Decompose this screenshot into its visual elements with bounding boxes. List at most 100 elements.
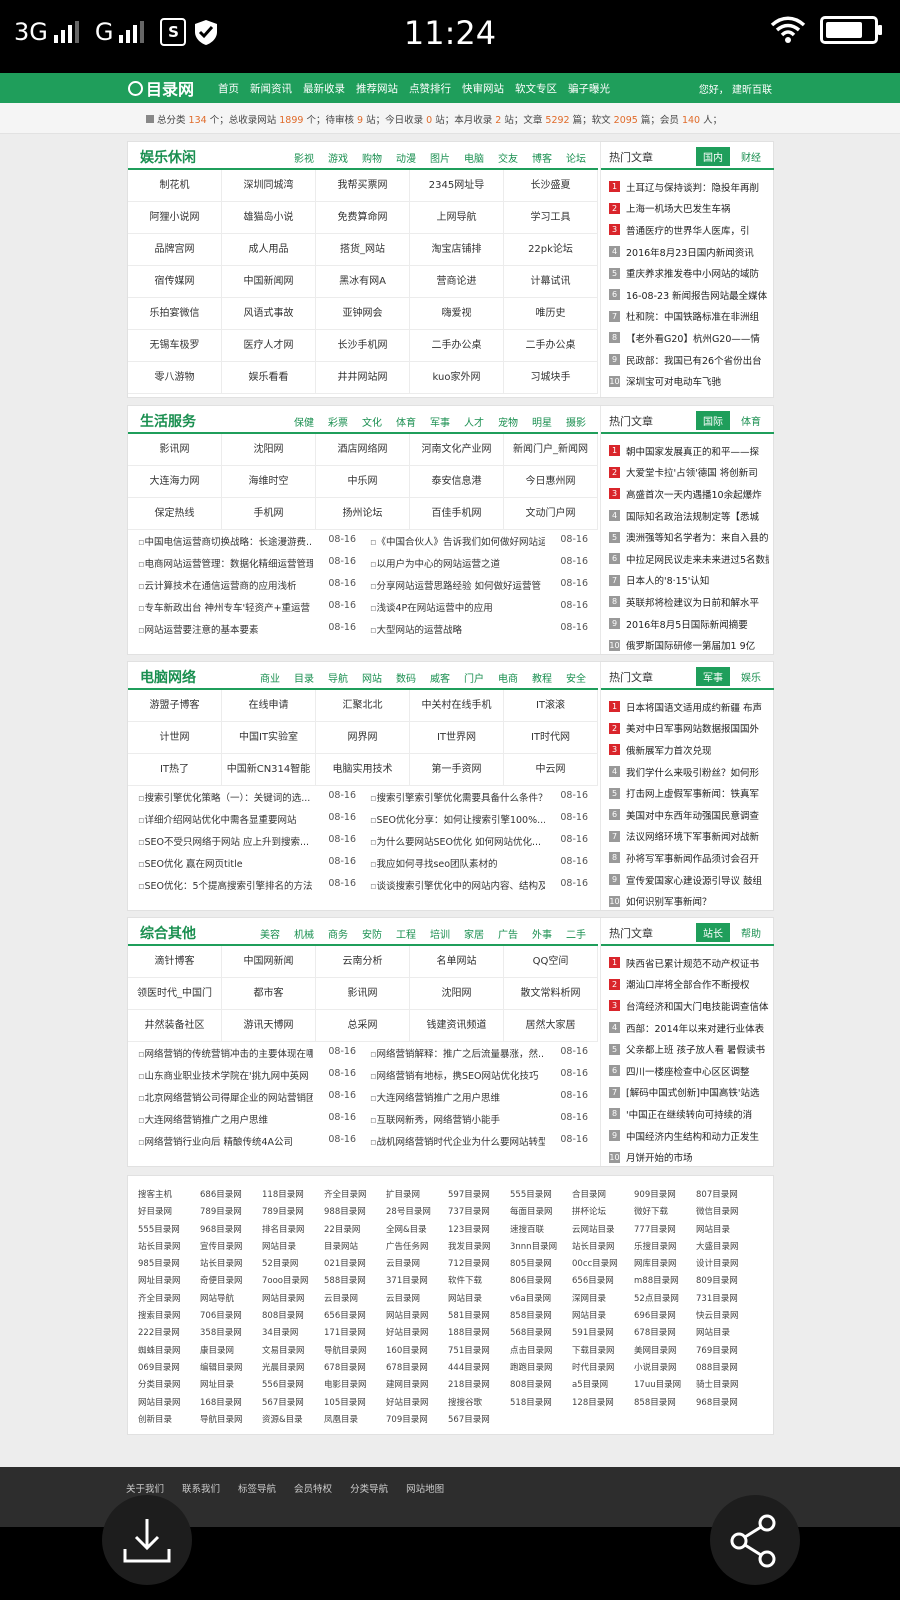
hot-article-item[interactable]: 2 上海一机场大巴发生车祸 — [609, 198, 769, 220]
friend-link[interactable]: 网站目录网 — [262, 1292, 324, 1309]
site-link[interactable]: 制花机 — [128, 170, 222, 202]
subcategory-link[interactable]: 门户 — [464, 670, 484, 685]
site-link[interactable]: 长沙手机网 — [316, 330, 410, 362]
friend-link[interactable]: 网站目录网 — [138, 1396, 200, 1413]
site-link[interactable]: 营商论进 — [410, 266, 504, 298]
site-link[interactable]: 学习工具 — [504, 202, 598, 234]
site-link[interactable]: 居然大家居 — [504, 1010, 598, 1042]
article-item[interactable]: ▫SEO不受只网络于网站 应上升到搜索... 08-16 — [138, 834, 356, 856]
subcategory-link[interactable]: 外事 — [532, 926, 552, 941]
article-item[interactable]: ▫大连网络营销推广之用户思维 08-16 — [138, 1112, 356, 1134]
user-greeting[interactable]: 您好， 建昕百联 — [699, 81, 772, 96]
article-item[interactable]: ▫SEO优化：5个提高搜索引擎排名的方法 08-16 — [138, 878, 356, 900]
site-link[interactable]: 游盟子博客 — [128, 690, 222, 722]
article-item[interactable]: ▫《中国合伙人》告诉我们如何做好网站运营 08-16 — [370, 534, 588, 556]
nav-item[interactable]: 推荐网站 — [356, 81, 398, 96]
friend-link[interactable]: 805目录网 — [510, 1257, 572, 1274]
friend-link[interactable]: 656目录网 — [572, 1274, 634, 1291]
friend-link[interactable]: 站长目录网 — [572, 1240, 634, 1257]
site-link[interactable]: 散文常料析网 — [504, 978, 598, 1010]
friend-link[interactable]: 17uu目录网 — [634, 1378, 696, 1395]
subcategory-link[interactable]: 网站 — [362, 670, 382, 685]
friend-link[interactable]: 555目录网 — [510, 1188, 572, 1205]
site-link[interactable]: 中关村在线手机 — [410, 690, 504, 722]
friend-link[interactable]: 云目录网 — [324, 1292, 386, 1309]
friend-link[interactable]: 奇便目录网 — [200, 1274, 262, 1291]
friend-link[interactable]: 678目录网 — [324, 1361, 386, 1378]
friend-link[interactable]: 宣传目录网 — [200, 1240, 262, 1257]
site-link[interactable]: 淘宝店铺排 — [410, 234, 504, 266]
friend-link[interactable]: 737目录网 — [448, 1205, 510, 1222]
hot-article-item[interactable]: 6 16-08-23 新闻报告网站最全媒体 — [609, 284, 769, 306]
friend-link[interactable]: 3nnn目录网 — [510, 1240, 572, 1257]
subcategory-link[interactable]: 商务 — [328, 926, 348, 941]
friend-link[interactable]: 网站目录 — [696, 1223, 758, 1240]
friend-link[interactable]: 快云目录网 — [696, 1309, 758, 1326]
site-link[interactable]: 品牌宫网 — [128, 234, 222, 266]
friend-link[interactable]: 速搜百联 — [510, 1223, 572, 1240]
footer-link[interactable]: 网站地图 — [406, 1481, 444, 1495]
nav-item[interactable]: 软文专区 — [515, 81, 557, 96]
article-item[interactable]: ▫专车新政出台 神州专车'轻资产+重运营 08-16 — [138, 600, 356, 622]
friend-link[interactable]: 567目录网 — [262, 1396, 324, 1413]
site-link[interactable]: 网界网 — [316, 722, 410, 754]
friend-link[interactable]: 731目录网 — [696, 1292, 758, 1309]
friend-link[interactable]: 588目录网 — [324, 1274, 386, 1291]
site-link[interactable]: 计世网 — [128, 722, 222, 754]
site-link[interactable]: 河南文化产业网 — [410, 434, 504, 466]
article-item[interactable]: ▫SEO优化 赢在网页title 08-16 — [138, 856, 356, 878]
friend-link[interactable]: 171目录网 — [324, 1326, 386, 1343]
site-link[interactable]: IT热了 — [128, 754, 222, 786]
friend-link[interactable]: 968目录网 — [200, 1223, 262, 1240]
article-item[interactable]: ▫分享网站运营思路经验 如何做好运营管 08-16 — [370, 578, 588, 600]
subcategory-link[interactable]: 二手 — [566, 926, 586, 941]
friend-link[interactable]: 资源&目录 — [262, 1413, 324, 1430]
site-link[interactable]: 习城块手 — [504, 362, 598, 394]
hot-article-item[interactable]: 6 四川一楼座检查中心区区调整 — [609, 1060, 769, 1082]
subcategory-link[interactable]: 军事 — [430, 414, 450, 429]
friend-link[interactable]: 扩目录网 — [386, 1188, 448, 1205]
site-link[interactable]: 汇聚北北 — [316, 690, 410, 722]
friend-link[interactable]: 555目录网 — [138, 1223, 200, 1240]
friend-link[interactable]: 52目录网 — [262, 1257, 324, 1274]
article-item[interactable]: ▫战机网络营销时代企业为什么要网站转型 08-16 — [370, 1134, 588, 1156]
friend-link[interactable]: 807目录网 — [696, 1188, 758, 1205]
subcategory-link[interactable]: 威客 — [430, 670, 450, 685]
site-link[interactable]: 宿传媒网 — [128, 266, 222, 298]
friend-link[interactable]: 678目录网 — [386, 1361, 448, 1378]
footer-link[interactable]: 联系我们 — [182, 1481, 220, 1495]
article-item[interactable]: ▫搜索引擎索引擎优化需要具备什么条件？ 08-16 — [370, 790, 588, 812]
friend-link[interactable]: 站长目录网 — [138, 1240, 200, 1257]
hot-article-item[interactable]: 2 美对中日军事网站数据报国国外 — [609, 718, 769, 740]
friend-link[interactable]: 文易目录网 — [262, 1344, 324, 1361]
hot-article-item[interactable]: 8 【老外看G20】杭州G20——情 — [609, 327, 769, 349]
article-item[interactable]: ▫网络营销的传统营销冲击的主要体现在哪 08-16 — [138, 1046, 356, 1068]
friend-link[interactable]: 518目录网 — [510, 1396, 572, 1413]
hot-tab[interactable]: 国际 — [696, 411, 730, 430]
friend-link[interactable]: 电影目录网 — [324, 1378, 386, 1395]
site-link[interactable]: kuo家外网 — [410, 362, 504, 394]
hot-tab[interactable]: 帮助 — [734, 923, 768, 942]
subcategory-link[interactable]: 宠物 — [498, 414, 518, 429]
site-link[interactable]: 唯历史 — [504, 298, 598, 330]
site-link[interactable]: 大连海力网 — [128, 466, 222, 498]
article-item[interactable]: ▫网络营销有地标，携SEO网站优化技巧 08-16 — [370, 1068, 588, 1090]
hot-article-item[interactable]: 1 陕西省已累计规范不动产权证书 — [609, 952, 769, 974]
friend-link[interactable]: 小说目录网 — [634, 1361, 696, 1378]
friend-link[interactable]: 556目录网 — [262, 1378, 324, 1395]
subcategory-link[interactable]: 保健 — [294, 414, 314, 429]
friend-link[interactable]: 118目录网 — [262, 1188, 324, 1205]
friend-link[interactable]: 769目录网 — [696, 1344, 758, 1361]
friend-link[interactable]: 网站导航 — [200, 1292, 262, 1309]
site-link[interactable]: 沈阳网 — [410, 978, 504, 1010]
subcategory-link[interactable]: 彩票 — [328, 414, 348, 429]
site-link[interactable]: 阿狸小说网 — [128, 202, 222, 234]
hot-article-item[interactable]: 10 俄罗斯国际研修一第届加1 9亿 — [609, 634, 769, 656]
site-link[interactable]: 文动门户网 — [504, 498, 598, 530]
hot-tab[interactable]: 军事 — [696, 667, 730, 686]
article-item[interactable]: ▫谈谈搜索引擎优化中的网站内容、结构及 08-16 — [370, 878, 588, 900]
friend-link[interactable]: 合目录网 — [572, 1188, 634, 1205]
subcategory-link[interactable]: 家居 — [464, 926, 484, 941]
hot-article-item[interactable]: 8 '中国正在继续转向可持续的消 — [609, 1103, 769, 1125]
friend-link[interactable]: 拼杯论坛 — [572, 1205, 634, 1222]
